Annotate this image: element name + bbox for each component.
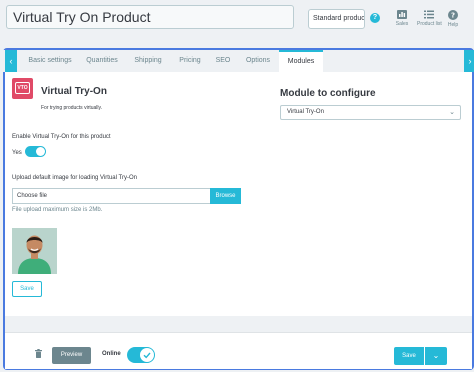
page-header: Virtual Try On Product Standard product … xyxy=(0,0,474,46)
toggle-knob xyxy=(140,348,154,362)
online-label: Online xyxy=(102,351,121,357)
help-label: Help xyxy=(447,22,459,28)
tab-shipping[interactable]: Shipping xyxy=(125,50,171,72)
help-button[interactable]: ? Help xyxy=(441,10,465,28)
tab-options[interactable]: Options xyxy=(237,50,279,72)
module-name: Virtual Try-On xyxy=(41,86,107,97)
product-type-help-icon[interactable]: ? xyxy=(370,13,380,23)
product-list-button[interactable]: Product list xyxy=(417,10,442,27)
tab-modules[interactable]: Modules xyxy=(279,50,323,72)
module-logo-text: VTO xyxy=(15,82,30,94)
save-button[interactable]: Save xyxy=(394,347,424,365)
module-logo: VTO xyxy=(12,78,33,99)
save-options-button[interactable]: ⌄ xyxy=(425,347,447,365)
file-input[interactable]: Choose file xyxy=(12,188,210,204)
chevron-down-icon: ⌄ xyxy=(432,351,440,360)
default-image-thumbnail xyxy=(12,228,57,274)
footer-toolbar: Preview Online Save ⌄ xyxy=(5,332,472,369)
svg-text:?: ? xyxy=(451,12,455,20)
module-description: For trying products virtually. xyxy=(41,105,103,111)
module-configure-select[interactable]: Virtual Try-On ⌄ xyxy=(280,105,461,120)
sales-label: Sales xyxy=(395,21,409,27)
toggle-knob xyxy=(36,147,45,156)
enable-vto-toggle[interactable] xyxy=(25,146,46,157)
product-name-input[interactable]: Virtual Try On Product xyxy=(6,5,294,29)
module-save-button[interactable]: Save xyxy=(12,281,42,297)
browse-button[interactable]: Browse xyxy=(210,188,241,204)
help-icon: ? xyxy=(448,10,458,20)
upload-image-label: Upload default image for loading Virtual… xyxy=(12,175,137,181)
list-icon xyxy=(424,10,434,19)
trash-icon[interactable] xyxy=(35,349,42,358)
online-toggle[interactable] xyxy=(127,347,155,363)
tabs-scroll-right-icon[interactable]: › xyxy=(464,50,474,72)
tabs-scroll-left-icon[interactable]: ‹ xyxy=(5,50,17,72)
module-configure-title: Module to configure xyxy=(280,88,376,99)
person-photo-icon xyxy=(12,228,57,274)
tab-quantities[interactable]: Quantities xyxy=(79,50,125,72)
upload-size-hint: File upload maximum size is 2Mb. xyxy=(12,207,103,213)
module-configure-value: Virtual Try-On xyxy=(287,109,324,115)
tab-basic-settings[interactable]: Basic settings xyxy=(21,50,79,72)
bar-chart-icon xyxy=(397,10,407,19)
tab-seo[interactable]: SEO xyxy=(209,50,237,72)
modules-panel: VTO Virtual Try-On For trying products v… xyxy=(5,72,472,316)
product-type-select[interactable]: Standard product xyxy=(308,9,365,29)
check-icon xyxy=(143,352,151,359)
chevron-down-icon: ⌄ xyxy=(449,109,455,116)
enable-vto-state: Yes xyxy=(12,150,22,156)
product-tabs: ‹ Basic settings Quantities Shipping Pri… xyxy=(3,50,474,72)
enable-vto-label: Enable Virtual Try-On for this product xyxy=(12,134,111,140)
product-list-label: Product list xyxy=(417,21,442,27)
tab-pricing[interactable]: Pricing xyxy=(171,50,209,72)
preview-button[interactable]: Preview xyxy=(52,347,91,364)
sales-button[interactable]: Sales xyxy=(390,10,414,27)
